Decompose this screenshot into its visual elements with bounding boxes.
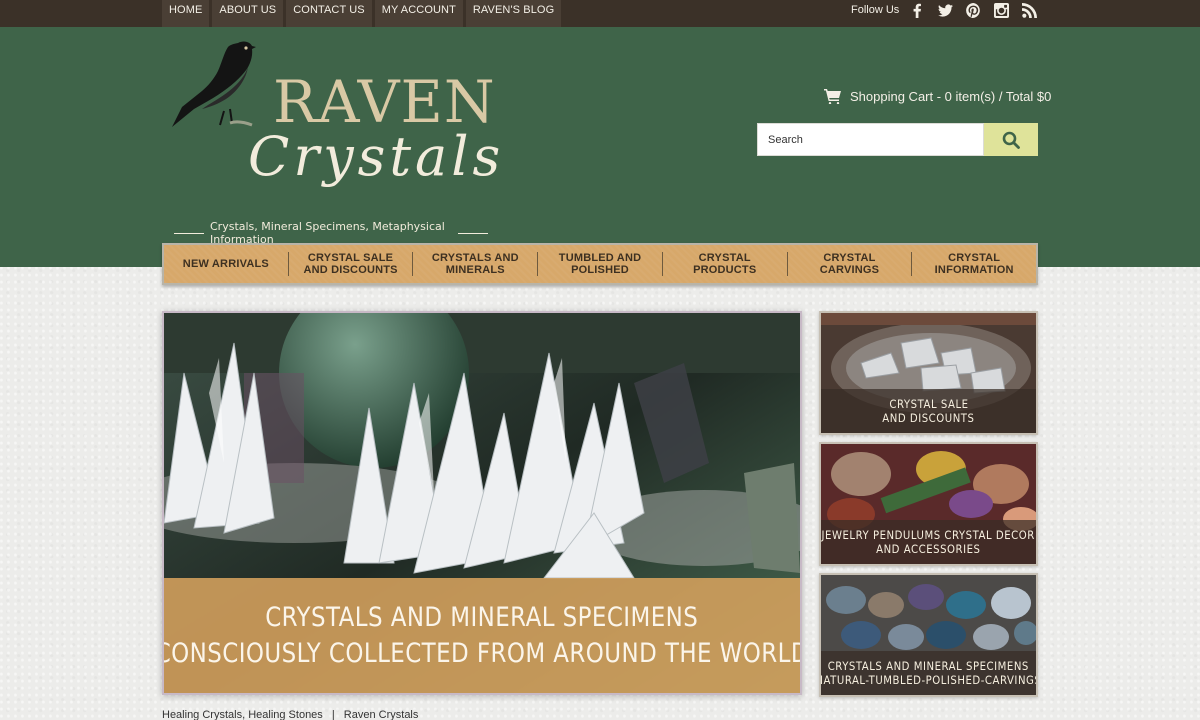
breadcrumb-separator: |	[331, 709, 335, 720]
category-label: CRYSTAL SALE AND DISCOUNTS	[303, 252, 397, 276]
category-crystal-carvings[interactable]: CRYSTAL CARVINGS	[788, 252, 913, 276]
top-nav-home[interactable]: HOME	[162, 0, 210, 27]
instagram-icon[interactable]	[993, 2, 1009, 18]
search-icon	[1002, 131, 1020, 149]
tile-caption-line2: AND ACCESSORIES	[876, 542, 981, 556]
category-crystals-and-minerals[interactable]: CRYSTALS AND MINERALS	[413, 252, 539, 276]
tile-crystals-and-minerals[interactable]: CRYSTALS AND MINERAL SPECIMENS NATURAL-T…	[819, 573, 1038, 697]
category-label-line2: POLISHED	[571, 264, 629, 276]
category-label-line2: AND DISCOUNTS	[303, 264, 398, 276]
category-new-arrivals[interactable]: NEW ARRIVALS	[164, 252, 289, 276]
logo-word-crystals: Crystals	[248, 125, 505, 188]
breadcrumb-item-healing-crystals: Healing Crystals, Healing Stones	[162, 709, 323, 720]
search-input[interactable]	[757, 123, 984, 156]
category-label: TUMBLED AND POLISHED	[559, 252, 641, 276]
category-label-line2: CARVINGS	[819, 264, 880, 276]
cart-summary: Shopping Cart - 0 item(s) / Total $0	[850, 88, 1052, 104]
breadcrumb: Healing Crystals, Healing Stones | Raven…	[162, 709, 418, 720]
category-label-line1: CRYSTAL	[698, 252, 751, 264]
top-nav: HOME ABOUT US CONTACT US MY ACCOUNT RAVE…	[162, 0, 564, 27]
shopping-cart-link[interactable]: Shopping Cart - 0 item(s) / Total $0	[824, 86, 1051, 106]
tile-caption-line1: CRYSTAL SALE	[888, 397, 969, 411]
category-nav: NEW ARRIVALS CRYSTAL SALE AND DISCOUNTS C…	[162, 243, 1038, 285]
top-nav-ravens-blog[interactable]: RAVEN'S BLOG	[465, 0, 562, 27]
category-crystal-sale[interactable]: CRYSTAL SALE AND DISCOUNTS	[289, 252, 414, 276]
hero-caption: CRYSTALS AND MINERAL SPECIMENS CONSCIOUS…	[164, 578, 800, 693]
twitter-icon[interactable]	[937, 2, 953, 18]
pinterest-icon[interactable]	[965, 2, 981, 18]
hero-caption-line1: CRYSTALS AND MINERAL SPECIMENS	[265, 601, 699, 633]
logo-word-raven: RAVEN	[273, 68, 496, 136]
rss-icon[interactable]	[1021, 2, 1037, 18]
tile-caption-line1: CRYSTALS AND MINERAL SPECIMENS	[827, 659, 1030, 673]
cart-icon	[824, 89, 841, 104]
top-nav-my-account[interactable]: MY ACCOUNT	[374, 0, 463, 27]
social-links: Follow Us	[851, 0, 1049, 20]
category-label: CRYSTAL PRODUCTS	[693, 252, 756, 276]
category-label-line1: CRYSTALS AND	[431, 252, 519, 264]
top-nav-contact-us[interactable]: CONTACT US	[286, 0, 372, 27]
follow-us-label: Follow Us	[851, 4, 900, 16]
tile-caption-line2: AND DISCOUNTS	[882, 411, 975, 425]
tile-caption: CRYSTAL SALE AND DISCOUNTS	[821, 389, 1036, 433]
tagline-rule-right	[458, 232, 488, 234]
site-header: RAVEN Crystals Crystals, Mineral Specime…	[0, 27, 1200, 267]
top-nav-about-us[interactable]: ABOUT US	[212, 0, 284, 27]
breadcrumb-item-raven-crystals: Raven Crystals	[343, 709, 419, 720]
category-label: CRYSTAL INFORMATION	[935, 252, 1014, 276]
site-logo[interactable]: RAVEN Crystals Crystals, Mineral Specime…	[168, 35, 500, 246]
tile-crystal-sale[interactable]: CRYSTAL SALE AND DISCOUNTS	[819, 311, 1038, 435]
search-button[interactable]	[984, 123, 1038, 156]
category-tumbled-and-polished[interactable]: TUMBLED AND POLISHED	[538, 252, 663, 276]
category-label-line2: MINERALS	[445, 264, 505, 276]
search-form	[757, 123, 1038, 156]
tile-caption: CRYSTALS AND MINERAL SPECIMENS NATURAL-T…	[821, 651, 1036, 695]
facebook-icon[interactable]	[909, 2, 925, 18]
category-label: CRYSTALS AND MINERALS	[432, 252, 519, 276]
category-label: NEW ARRIVALS	[182, 258, 269, 270]
category-crystal-information[interactable]: CRYSTAL INFORMATION	[912, 252, 1036, 276]
tile-caption-line1: JEWELRY PENDULUMS CRYSTAL DECOR	[821, 528, 1036, 542]
category-label-line2: INFORMATION	[934, 264, 1014, 276]
category-label-line1: CRYSTAL	[948, 252, 1001, 264]
tile-caption-line2: NATURAL-TUMBLED-POLISHED-CARVINGS	[819, 673, 1038, 687]
top-bar: HOME ABOUT US CONTACT US MY ACCOUNT RAVE…	[0, 0, 1200, 27]
tile-caption: JEWELRY PENDULUMS CRYSTAL DECOR AND ACCE…	[821, 520, 1036, 564]
tile-jewelry-pendulums[interactable]: JEWELRY PENDULUMS CRYSTAL DECOR AND ACCE…	[819, 442, 1038, 566]
category-label-line2: PRODUCTS	[693, 264, 757, 276]
tagline-rule-left	[174, 232, 204, 234]
hero-banner[interactable]: CRYSTALS AND MINERAL SPECIMENS CONSCIOUS…	[162, 311, 802, 695]
category-label: CRYSTAL CARVINGS	[820, 252, 879, 276]
category-label-line1: CRYSTAL	[823, 252, 876, 264]
hero-caption-line2: CONSCIOUSLY COLLECTED FROM AROUND THE WO…	[162, 637, 802, 669]
category-label-line1: CRYSTAL SALE	[307, 252, 394, 264]
category-crystal-products[interactable]: CRYSTAL PRODUCTS	[663, 252, 788, 276]
category-label-line1: TUMBLED AND	[558, 252, 642, 264]
